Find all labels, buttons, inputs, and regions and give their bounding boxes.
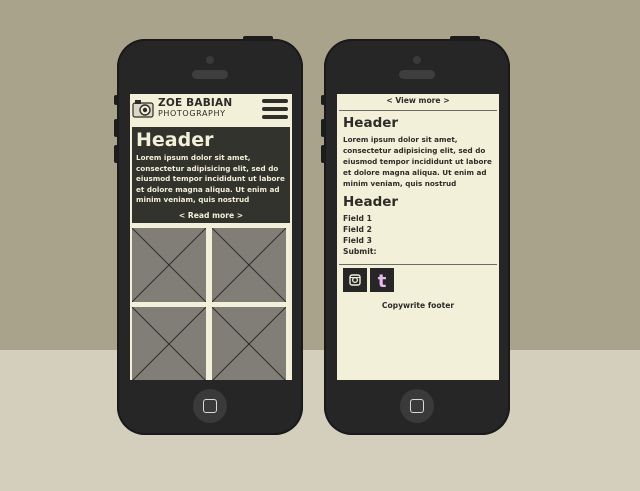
home-button-icon[interactable] [400, 389, 434, 423]
screen-left: ZOE BABIAN PHOTOGRAPHY Header Lorem ipsu… [130, 94, 292, 380]
form-field-2[interactable]: Field 2 [343, 225, 372, 235]
brand-subtitle: PHOTOGRAPHY [158, 109, 226, 118]
background-floor [0, 350, 640, 491]
volume-up-button [114, 119, 118, 137]
view-more-link[interactable]: < View more > [337, 96, 499, 105]
earpiece-speaker [192, 70, 228, 79]
phone-left: ZOE BABIAN PHOTOGRAPHY Header Lorem ipsu… [114, 36, 303, 435]
form-header: Header [343, 194, 399, 210]
photo-placeholder[interactable] [132, 228, 206, 302]
hero-body-text: Lorem ipsum dolor sit amet, consectetur … [136, 153, 285, 205]
volume-down-button [321, 145, 325, 163]
power-button [450, 36, 480, 41]
section-header: Header [343, 115, 399, 131]
camera-icon [132, 100, 154, 118]
earpiece-speaker [399, 70, 435, 79]
screen-right: < View more > Header Lorem ipsum dolor s… [337, 94, 499, 380]
volume-down-button [114, 145, 118, 163]
svg-text:t: t [378, 271, 387, 292]
divider [339, 264, 497, 265]
instagram-icon[interactable] [343, 268, 367, 292]
brand-name[interactable]: ZOE BABIAN [158, 98, 232, 109]
photo-placeholder[interactable] [132, 307, 206, 380]
hamburger-menu-icon[interactable] [262, 99, 288, 119]
front-camera [413, 56, 421, 64]
mute-switch [321, 95, 325, 105]
photo-grid [132, 228, 290, 380]
volume-up-button [321, 119, 325, 137]
power-button [243, 36, 273, 41]
tumblr-icon[interactable]: t [370, 268, 394, 292]
hero-section: Header Lorem ipsum dolor sit amet, conse… [132, 127, 290, 223]
front-camera [206, 56, 214, 64]
footer-text: Copywrite footer [381, 301, 455, 310]
home-button-icon[interactable] [193, 389, 227, 423]
mute-switch [114, 95, 118, 105]
photo-placeholder[interactable] [212, 307, 286, 380]
phone-right: < View more > Header Lorem ipsum dolor s… [321, 36, 510, 435]
read-more-link[interactable]: < Read more > [132, 211, 290, 220]
form-field-1[interactable]: Field 1 [343, 214, 372, 224]
hero-header: Header [136, 129, 214, 151]
form-field-3[interactable]: Field 3 [343, 236, 372, 246]
photo-placeholder[interactable] [212, 228, 286, 302]
section-body-text: Lorem ipsum dolor sit amet, consectetur … [343, 135, 492, 188]
site-header: ZOE BABIAN PHOTOGRAPHY [130, 94, 292, 126]
divider [339, 110, 497, 111]
background-wall [0, 0, 640, 350]
form-submit[interactable]: Submit: [343, 247, 377, 257]
